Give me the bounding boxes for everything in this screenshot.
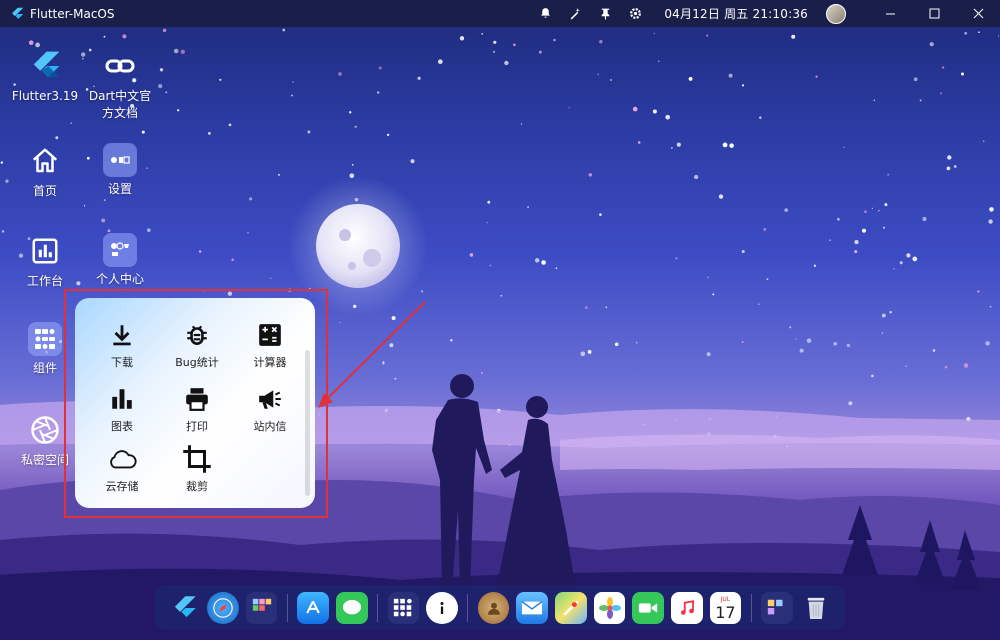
dock-trash-icon[interactable] xyxy=(800,592,832,624)
dock-calendar-icon[interactable]: JUL 17 xyxy=(709,591,742,624)
dock-tools-icon[interactable] xyxy=(387,591,420,624)
dock-launcher-icon[interactable] xyxy=(245,591,278,624)
dock-photos-icon[interactable] xyxy=(593,591,626,624)
dock-mail-icon[interactable] xyxy=(516,591,549,624)
dock-separator xyxy=(286,593,288,622)
dock-appstore-icon[interactable] xyxy=(297,591,329,624)
dock-messages-icon[interactable] xyxy=(335,591,368,624)
dock-separator xyxy=(750,593,752,622)
dock: JUL 17 xyxy=(155,585,845,630)
dock-music-icon[interactable] xyxy=(670,591,703,624)
dock-safari-icon[interactable] xyxy=(207,591,239,624)
calendar-day: 17 xyxy=(715,602,736,622)
annotation-arrow xyxy=(318,301,426,408)
dock-separator xyxy=(467,593,469,622)
dock-contacts-icon[interactable] xyxy=(477,591,510,624)
dock-maps-icon[interactable] xyxy=(555,591,587,624)
dock-separator xyxy=(377,593,379,622)
dock-folder-icon[interactable] xyxy=(761,591,793,624)
dock-info-icon[interactable] xyxy=(426,591,458,624)
dock-flutter-icon[interactable] xyxy=(169,592,201,624)
dock-facetime-icon[interactable] xyxy=(632,591,664,624)
